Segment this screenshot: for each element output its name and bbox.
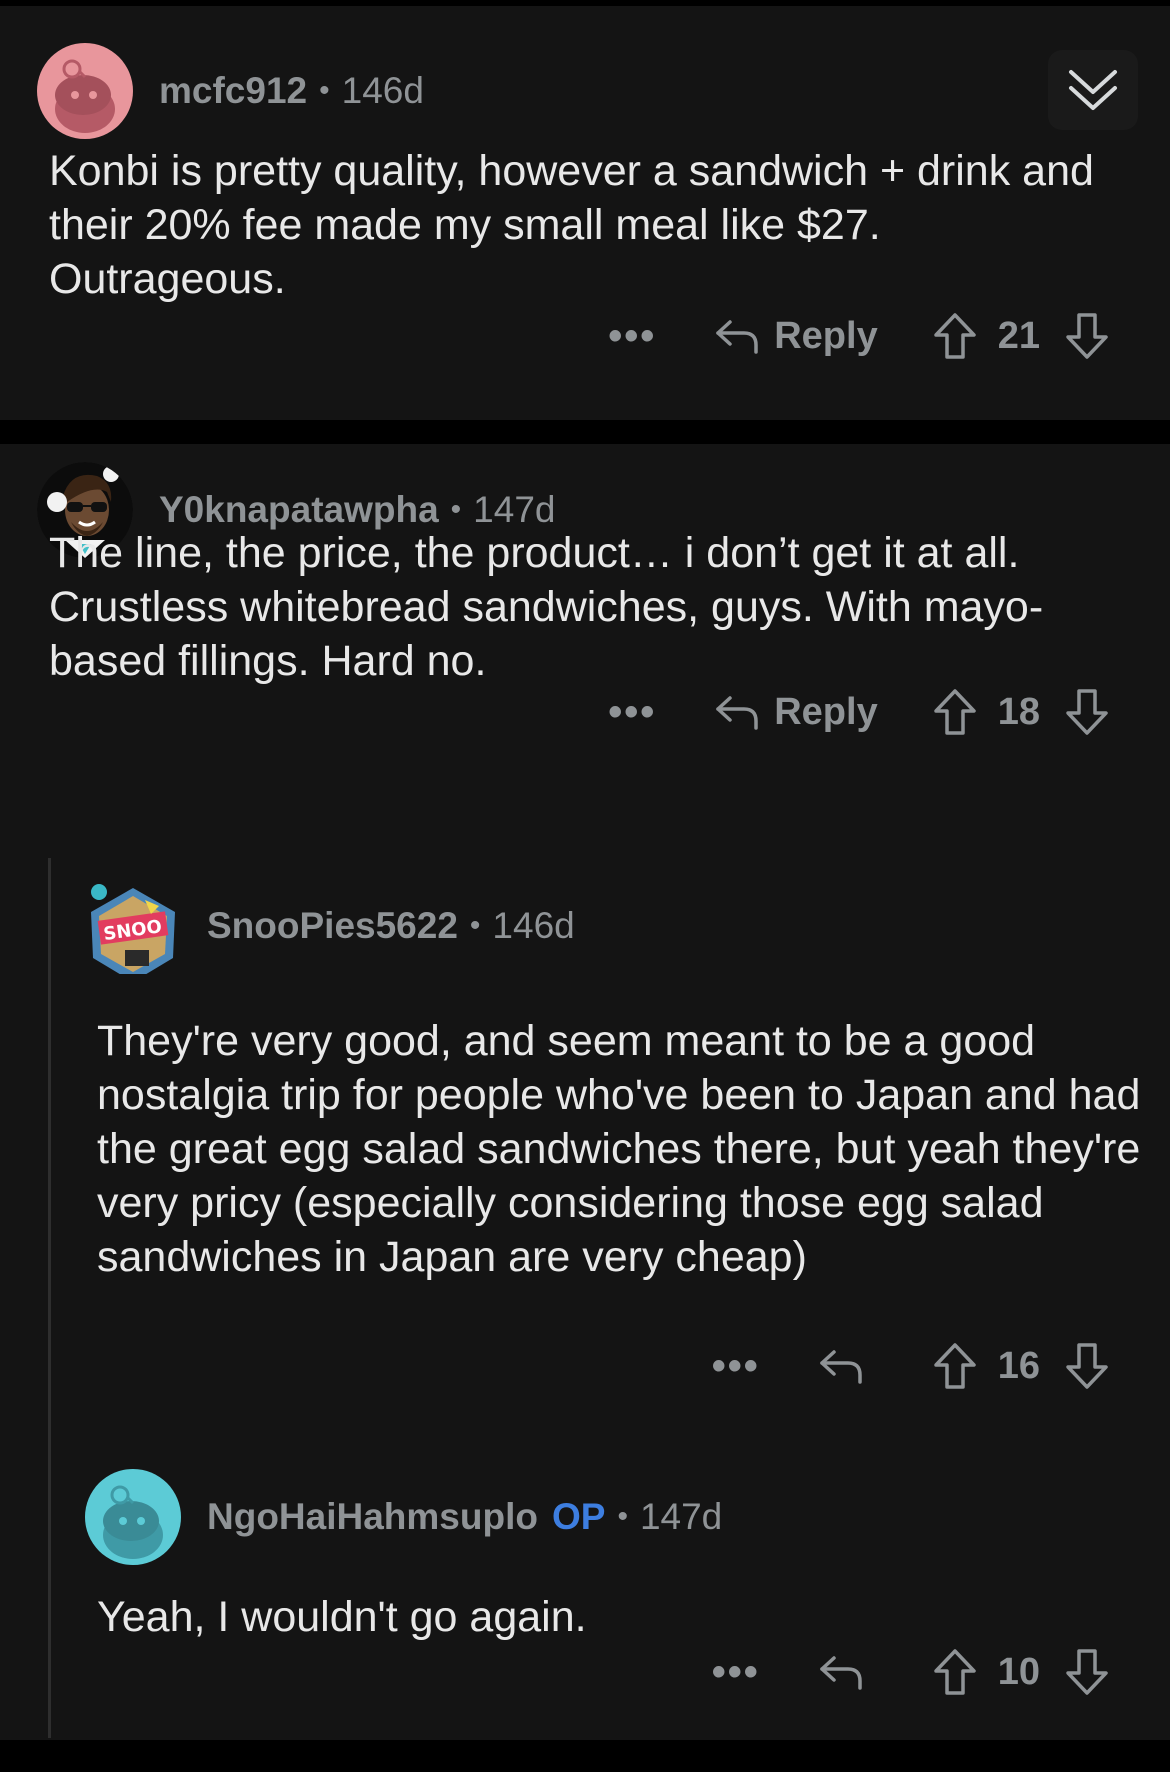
username[interactable]: SnooPies5622 xyxy=(207,905,458,947)
comment-body: The line, the price, the product… i don’… xyxy=(49,529,1044,685)
vote-control: 21 xyxy=(932,311,1110,361)
username[interactable]: mcfc912 xyxy=(159,70,307,112)
downvote-icon[interactable] xyxy=(1064,1341,1110,1391)
vote-count: 18 xyxy=(997,690,1040,733)
reply-button[interactable] xyxy=(818,1346,878,1386)
comment-age: 147d xyxy=(473,489,556,530)
upvote-icon[interactable] xyxy=(932,687,978,737)
comment-meta: SnooPies5622 • 146d xyxy=(207,905,575,947)
upvote-icon[interactable] xyxy=(932,1647,978,1697)
comment-actions: ••• 10 xyxy=(712,1644,1110,1700)
comment-age: 146d xyxy=(341,70,424,111)
separator-dot: • xyxy=(450,493,462,526)
comment-body: They're very good, and seem meant to be … xyxy=(97,1017,1141,1281)
comment-actions: ••• 16 xyxy=(712,1338,1110,1394)
snoo-avatar-icon xyxy=(55,59,115,133)
comment-card: mcfc912 • 146d Konbi is pretty quality, … xyxy=(0,6,1170,420)
more-options-button[interactable]: ••• xyxy=(608,690,656,735)
avatar[interactable] xyxy=(37,43,133,139)
comment-meta: NgoHaiHahmsuplo OP • 147d xyxy=(207,1496,722,1538)
collapse-chevron-icon xyxy=(1069,70,1117,110)
vote-control: 10 xyxy=(932,1647,1110,1697)
comment-thread-card: Y0knapatawpha • 147d The line, the price… xyxy=(0,444,1170,1740)
vote-count: 16 xyxy=(997,1344,1040,1387)
vote-control: 18 xyxy=(932,687,1110,737)
reply-icon xyxy=(819,1656,862,1690)
reply-button[interactable]: Reply xyxy=(714,314,878,358)
comment-actions: ••• Reply 18 xyxy=(608,684,1110,740)
more-options-button[interactable]: ••• xyxy=(608,314,656,359)
reply-icon xyxy=(716,696,758,730)
comment-meta: mcfc912 • 146d xyxy=(159,70,424,112)
reply-button[interactable]: Reply xyxy=(714,690,878,734)
reply-icon xyxy=(819,1350,862,1384)
avatar[interactable]: SNOO xyxy=(85,878,181,974)
collapse-button[interactable] xyxy=(1048,50,1138,130)
downvote-icon[interactable] xyxy=(1064,1647,1110,1697)
downvote-icon[interactable] xyxy=(1064,687,1110,737)
more-options-button[interactable]: ••• xyxy=(712,1344,760,1389)
upvote-icon[interactable] xyxy=(932,311,978,361)
bottom-strip xyxy=(0,1740,1170,1772)
separator-dot: • xyxy=(469,909,481,942)
comment-age: 146d xyxy=(492,905,575,946)
snoo-avatar-icon xyxy=(103,1485,163,1559)
username[interactable]: NgoHaiHahmsuplo xyxy=(207,1496,538,1538)
upvote-icon[interactable] xyxy=(932,1341,978,1391)
comment-meta: Y0knapatawpha • 147d xyxy=(159,489,555,531)
comment-actions: ••• Reply 21 xyxy=(608,308,1110,364)
comment-body: Konbi is pretty quality, however a sandw… xyxy=(49,147,1094,303)
reply-label: Reply xyxy=(774,690,878,733)
separator-dot: • xyxy=(617,1500,628,1533)
vote-count: 21 xyxy=(997,314,1040,357)
downvote-icon[interactable] xyxy=(1064,311,1110,361)
comment-header: NgoHaiHahmsuplo OP • 147d xyxy=(85,1469,722,1565)
reply-icon xyxy=(716,320,758,354)
vote-control: 16 xyxy=(932,1341,1110,1391)
thread-line[interactable] xyxy=(48,858,51,1738)
avatar[interactable] xyxy=(85,1469,181,1565)
username[interactable]: Y0knapatawpha xyxy=(159,489,439,531)
comment-body: Yeah, I wouldn't go again. xyxy=(97,1593,587,1641)
comment-header: mcfc912 • 146d xyxy=(37,43,424,139)
reply-button[interactable] xyxy=(818,1652,878,1692)
comment-age: 147d xyxy=(639,1496,723,1537)
more-options-button[interactable]: ••• xyxy=(712,1650,760,1695)
separator-dot: • xyxy=(319,74,330,107)
op-badge: OP xyxy=(551,1496,606,1537)
vote-count: 10 xyxy=(997,1650,1040,1693)
comment-header: SNOO SnooPies5622 • 146d xyxy=(85,878,575,974)
snoo-badge-avatar-icon: SNOO xyxy=(91,884,175,974)
reply-label: Reply xyxy=(774,314,878,357)
